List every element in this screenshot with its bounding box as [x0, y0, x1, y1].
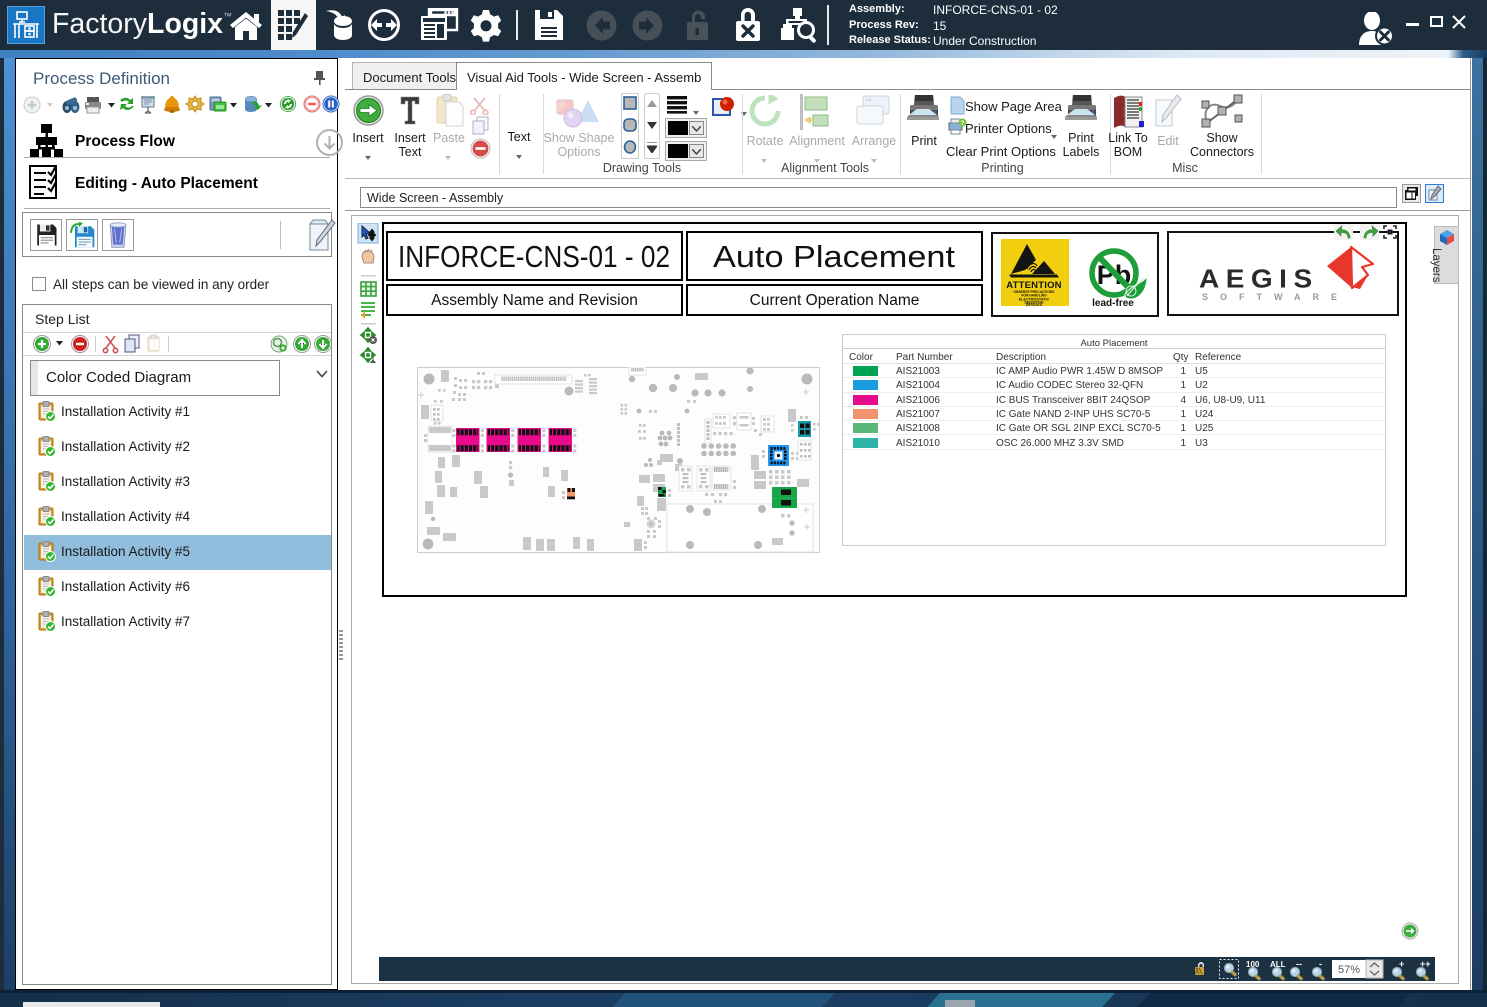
svg-text:DEVICES: DEVICES — [1026, 303, 1043, 306]
svg-text:-: - — [1319, 959, 1322, 969]
svg-text:57%: 57% — [1338, 964, 1360, 976]
svg-text:?: ? — [961, 120, 965, 127]
svg-text:INFORCE-CNS-01 - 02: INFORCE-CNS-01 - 02 — [398, 239, 670, 274]
svg-text:Auto Placement: Auto Placement — [713, 239, 955, 274]
svg-text:lead-free: lead-free — [1092, 298, 1134, 309]
svg-text:+: + — [1399, 959, 1404, 969]
